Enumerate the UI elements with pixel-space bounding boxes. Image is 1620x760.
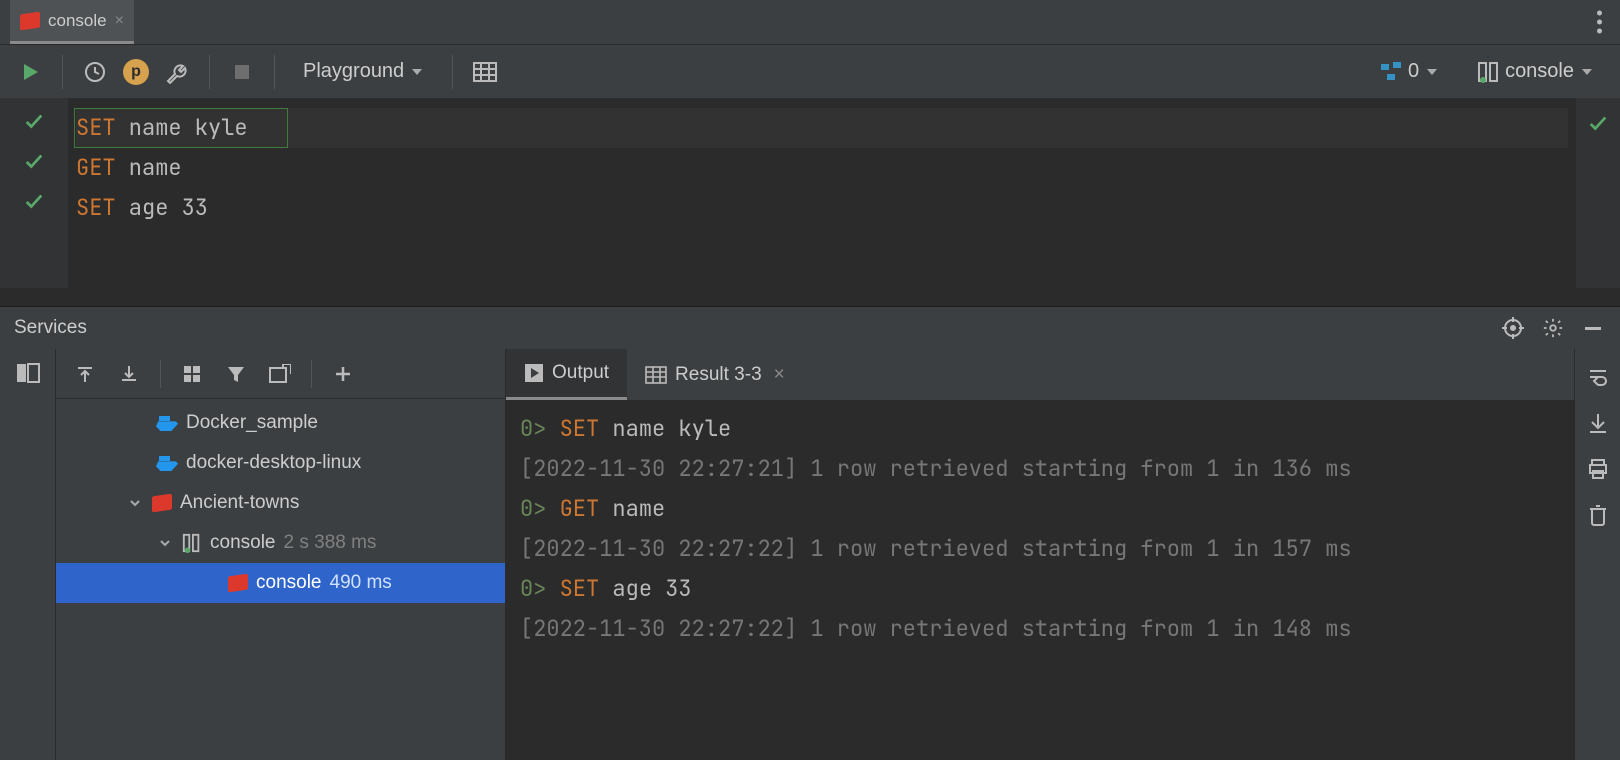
output-line: 0> GET name xyxy=(520,489,1560,529)
chevron-down-icon xyxy=(1580,65,1594,79)
tree-item-console-session[interactable]: console 2 s 388 ms xyxy=(56,523,505,563)
code-line[interactable]: SET name kyle xyxy=(76,108,1568,148)
print-icon[interactable] xyxy=(1584,455,1612,483)
check-icon xyxy=(23,110,45,132)
chevron-down-icon xyxy=(410,65,424,79)
table-icon xyxy=(645,366,667,384)
tab-label: Result 3-3 xyxy=(675,364,762,386)
output-line: 0> SET name kyle xyxy=(520,409,1560,449)
settings-icon[interactable] xyxy=(163,58,191,86)
code-line[interactable]: GET name xyxy=(76,148,1568,188)
editor-tab-bar: console × xyxy=(0,0,1620,44)
output-panel: Output Result 3-3 × 0> SET name kyle [20… xyxy=(506,349,1620,760)
target-icon[interactable] xyxy=(1500,315,1526,341)
separator xyxy=(274,55,275,89)
separator xyxy=(160,360,161,388)
services-toolwindow: Services xyxy=(0,306,1620,760)
filter-icon[interactable] xyxy=(223,361,249,387)
redis-icon xyxy=(228,574,248,593)
services-tree-panel: Docker_sample docker-desktop-linux Ancie… xyxy=(56,349,506,760)
tab-result[interactable]: Result 3-3 × xyxy=(627,349,803,400)
tab-output[interactable]: Output xyxy=(506,349,627,400)
output-line: [2022-11-30 22:27:22] 1 row retrieved st… xyxy=(520,609,1560,649)
check-icon xyxy=(1587,112,1609,134)
services-tree: Docker_sample docker-desktop-linux Ancie… xyxy=(56,399,505,603)
tree-item-label: console xyxy=(256,572,322,594)
tree-item-label: console xyxy=(210,532,276,554)
tab-options-button[interactable] xyxy=(1597,11,1602,34)
expand-all-icon[interactable] xyxy=(72,361,98,387)
tree-item-console-run[interactable]: console 490 ms xyxy=(56,563,505,603)
code-editor[interactable]: SET name kyle GET name SET age 33 xyxy=(0,98,1620,288)
services-side-toolbar xyxy=(0,349,56,760)
trash-icon[interactable] xyxy=(1584,501,1612,529)
tree-item-label: Ancient-towns xyxy=(180,492,299,514)
schema-count: 0 xyxy=(1408,60,1419,83)
editor-tab-label: console xyxy=(48,11,107,31)
table-view-icon[interactable] xyxy=(471,58,499,86)
soft-wrap-icon[interactable] xyxy=(1584,363,1612,391)
chevron-down-icon xyxy=(126,497,144,509)
stop-button xyxy=(228,58,256,86)
datasource-icon xyxy=(1477,61,1499,83)
separator xyxy=(209,55,210,89)
check-icon xyxy=(23,190,45,212)
scroll-to-end-icon[interactable] xyxy=(1584,409,1612,437)
chevron-down-icon xyxy=(1425,65,1439,79)
services-title: Services xyxy=(14,317,87,339)
layout-icon[interactable] xyxy=(14,359,42,387)
services-header: Services xyxy=(0,307,1620,349)
console-toolbar: p Playground 0 console xyxy=(0,44,1620,98)
docker-icon xyxy=(156,415,178,431)
chevron-down-icon xyxy=(156,537,174,549)
close-icon[interactable]: × xyxy=(774,364,785,386)
tree-item-ancient-towns[interactable]: Ancient-towns xyxy=(56,483,505,523)
schema-icon xyxy=(1380,61,1402,83)
editor-tab-console[interactable]: console × xyxy=(10,0,134,44)
gear-icon[interactable] xyxy=(1540,315,1566,341)
check-icon xyxy=(23,150,45,172)
run-button[interactable] xyxy=(16,58,44,86)
output-console[interactable]: 0> SET name kyle [2022-11-30 22:27:21] 1… xyxy=(506,401,1574,760)
tree-item-label: Docker_sample xyxy=(186,412,318,434)
datasource-icon xyxy=(182,533,202,553)
play-square-icon xyxy=(524,363,544,383)
session-label: console xyxy=(1505,60,1574,83)
tree-item-docker-desktop[interactable]: docker-desktop-linux xyxy=(56,443,505,483)
profile-icon[interactable]: p xyxy=(123,59,149,85)
services-tree-toolbar xyxy=(56,349,505,399)
output-tabs: Output Result 3-3 × xyxy=(506,349,1574,401)
collapse-all-icon[interactable] xyxy=(116,361,142,387)
output-line: 0> SET age 33 xyxy=(520,569,1560,609)
output-line: [2022-11-30 22:27:22] 1 row retrieved st… xyxy=(520,529,1560,569)
code-line[interactable]: SET age 33 xyxy=(76,188,1568,228)
redis-icon xyxy=(152,494,172,513)
redis-icon xyxy=(20,11,40,30)
add-icon[interactable] xyxy=(330,361,356,387)
separator xyxy=(311,360,312,388)
separator xyxy=(452,55,453,89)
code-area[interactable]: SET name kyle GET name SET age 33 xyxy=(68,98,1576,288)
playground-dropdown[interactable]: Playground xyxy=(293,56,434,87)
tree-item-docker-sample[interactable]: Docker_sample xyxy=(56,403,505,443)
history-icon[interactable] xyxy=(81,58,109,86)
editor-gutter xyxy=(0,98,68,288)
close-icon[interactable]: × xyxy=(115,12,124,30)
group-icon[interactable] xyxy=(179,361,205,387)
new-tab-icon[interactable] xyxy=(267,361,293,387)
inspection-gutter xyxy=(1576,98,1620,288)
tree-item-time: 490 ms xyxy=(330,572,392,594)
schema-selector[interactable]: 0 xyxy=(1370,56,1449,87)
playground-label: Playground xyxy=(303,60,404,83)
output-line: [2022-11-30 22:27:21] 1 row retrieved st… xyxy=(520,449,1560,489)
tab-label: Output xyxy=(552,362,609,384)
tree-item-label: docker-desktop-linux xyxy=(186,452,361,474)
minimize-icon[interactable] xyxy=(1580,315,1606,341)
panel-resizer[interactable] xyxy=(0,288,1620,306)
separator xyxy=(62,55,63,89)
session-selector[interactable]: console xyxy=(1467,56,1604,87)
output-side-toolbar xyxy=(1574,349,1620,760)
docker-icon xyxy=(156,455,178,471)
tree-item-time: 2 s 388 ms xyxy=(284,532,377,554)
